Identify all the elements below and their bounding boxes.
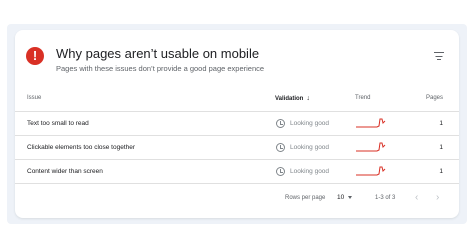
filter-icon[interactable] [433, 51, 445, 61]
page-count: 1 [439, 120, 443, 127]
card-subtitle: Pages with these issues don’t provide a … [56, 64, 265, 73]
issues-card: ! Why pages aren’t usable on mobile Page… [15, 30, 459, 218]
trend-sparkline [356, 142, 386, 152]
pagination: Rows per page 10 1-3 of 3 ‹ › [15, 188, 459, 210]
clock-icon [276, 119, 285, 128]
trend-sparkline [356, 118, 386, 128]
validation-status: Looking good [290, 168, 330, 175]
rows-per-page-value: 10 [337, 194, 345, 201]
table-row[interactable]: Content wider than screen Looking good 1 [15, 160, 459, 184]
validation-status: Looking good [290, 144, 330, 151]
table-row[interactable]: Text too small to read Looking good 1 [15, 112, 459, 136]
next-page-icon[interactable]: › [436, 192, 439, 203]
column-header-validation-label: Validation [275, 96, 304, 102]
sort-arrow-down-icon: ↓ [306, 95, 310, 102]
pagination-range: 1-3 of 3 [375, 195, 396, 201]
table-row[interactable]: Clickable elements too close together Lo… [15, 136, 459, 160]
trend-sparkline [356, 166, 386, 176]
clock-icon [276, 143, 285, 152]
issue-name: Content wider than screen [27, 168, 103, 175]
table-header: Issue Validation ↓ Trend Pages [15, 88, 459, 112]
page-count: 1 [439, 168, 443, 175]
page-count: 1 [439, 144, 443, 151]
column-header-issue[interactable]: Issue [27, 95, 41, 101]
validation-status: Looking good [290, 120, 330, 127]
error-icon: ! [26, 47, 44, 65]
previous-page-icon[interactable]: ‹ [415, 192, 418, 203]
rows-per-page-select[interactable]: 10 [337, 194, 353, 201]
column-header-trend[interactable]: Trend [355, 95, 370, 101]
column-header-pages[interactable]: Pages [426, 95, 443, 101]
dropdown-caret-icon [348, 195, 353, 199]
clock-icon [276, 167, 285, 176]
rows-per-page-label: Rows per page [285, 195, 326, 201]
card-title: Why pages aren’t usable on mobile [56, 46, 260, 61]
issue-name: Clickable elements too close together [27, 144, 136, 151]
issue-name: Text too small to read [27, 120, 89, 127]
column-header-validation[interactable]: Validation ↓ [275, 95, 310, 102]
